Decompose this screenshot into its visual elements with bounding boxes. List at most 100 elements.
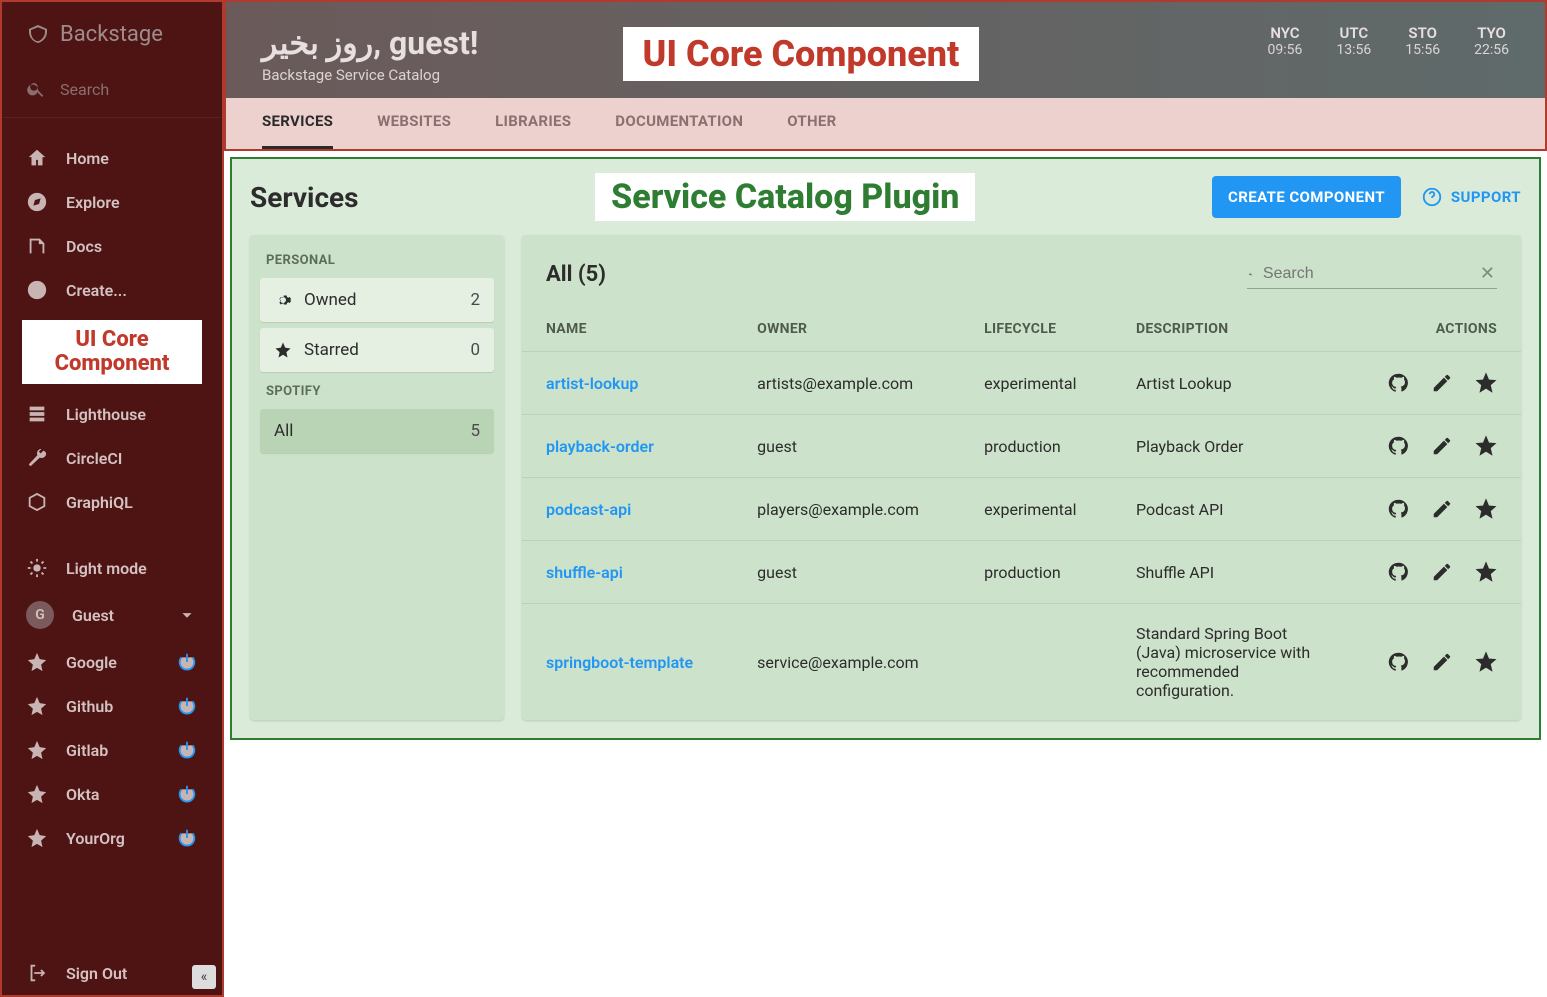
github-icon[interactable] xyxy=(1387,561,1409,583)
cell-name: springboot-template xyxy=(522,604,733,721)
explore-icon xyxy=(26,191,48,213)
edit-icon[interactable] xyxy=(1431,651,1453,673)
filter-owned[interactable]: Owned 2 xyxy=(260,278,494,322)
create-icon xyxy=(26,279,48,301)
table-search[interactable]: ✕ xyxy=(1247,259,1497,289)
edit-icon[interactable] xyxy=(1431,561,1453,583)
cell-description: Shuffle API xyxy=(1112,541,1350,604)
search-icon xyxy=(26,79,46,99)
clear-icon[interactable]: ✕ xyxy=(1480,263,1495,284)
sidebar-item-docs[interactable]: Docs xyxy=(2,224,222,268)
header-zone: روز بخیر, guest! Backstage Service Catal… xyxy=(224,0,1547,151)
clock: TYO22:56 xyxy=(1474,24,1509,58)
graph-icon xyxy=(26,491,48,513)
sun-icon xyxy=(26,557,48,579)
annotation-sidebar: UI Core Component xyxy=(22,320,202,384)
cell-description: Playback Order xyxy=(1112,415,1350,478)
table-search-input[interactable] xyxy=(1263,265,1470,283)
clock: STO15:56 xyxy=(1405,24,1440,58)
tab-services[interactable]: SERVICES xyxy=(262,112,333,149)
support-button[interactable]: SUPPORT xyxy=(1421,186,1521,208)
cell-lifecycle: experimental xyxy=(960,478,1112,541)
cell-description: Standard Spring Boot (Java) microservice… xyxy=(1112,604,1350,721)
service-link[interactable]: shuffle-api xyxy=(546,563,623,582)
filter-count: 2 xyxy=(470,290,480,310)
filter-group-personal: PERSONAL xyxy=(260,247,494,278)
cell-name: shuffle-api xyxy=(522,541,733,604)
sidebar-item-lightmode[interactable]: Light mode xyxy=(2,546,222,590)
create-component-button[interactable]: CREATE COMPONENT xyxy=(1212,176,1401,218)
star-icon xyxy=(26,783,48,805)
filter-label: Starred xyxy=(304,340,359,360)
table-title: All (5) xyxy=(546,262,606,287)
service-link[interactable]: podcast-api xyxy=(546,500,631,519)
sidebar-provider-yourorg[interactable]: YourOrg xyxy=(2,816,222,860)
cell-name: podcast-api xyxy=(522,478,733,541)
sidebar-item-lighthouse[interactable]: Lighthouse xyxy=(2,392,222,436)
sidebar-item-label: Lighthouse xyxy=(66,405,146,424)
service-link[interactable]: artist-lookup xyxy=(546,374,638,393)
github-icon[interactable] xyxy=(1387,498,1409,520)
edit-icon[interactable] xyxy=(1431,372,1453,394)
power-icon[interactable] xyxy=(176,783,198,805)
chevron-down-icon xyxy=(176,604,198,626)
annotation-header: UI Core Component xyxy=(623,27,980,81)
star-outline-icon[interactable] xyxy=(1475,561,1497,583)
sidebar-item-label: Create... xyxy=(66,281,127,300)
search-label: Search xyxy=(60,80,109,99)
sidebar-provider-okta[interactable]: Okta xyxy=(2,772,222,816)
help-icon xyxy=(1421,186,1443,208)
table-row: playback-orderguestproductionPlayback Or… xyxy=(522,415,1521,478)
sidebar-item-label: Sign Out xyxy=(66,964,127,983)
sidebar-search[interactable]: Search xyxy=(2,67,222,118)
power-icon[interactable] xyxy=(176,695,198,717)
sidebar-provider-gitlab[interactable]: Gitlab xyxy=(2,728,222,772)
sidebar-item-home[interactable]: Home xyxy=(2,136,222,180)
cell-description: Artist Lookup xyxy=(1112,352,1350,415)
star-outline-icon[interactable] xyxy=(1475,498,1497,520)
tab-websites[interactable]: WEBSITES xyxy=(377,112,451,149)
tab-documentation[interactable]: DOCUMENTATION xyxy=(615,112,743,149)
sidebar-item-explore[interactable]: Explore xyxy=(2,180,222,224)
table-row: artist-lookupartists@example.comexperime… xyxy=(522,352,1521,415)
sidebar-item-graphiql[interactable]: GraphiQL xyxy=(2,480,222,524)
github-icon[interactable] xyxy=(1387,651,1409,673)
star-outline-icon[interactable] xyxy=(1475,651,1497,673)
docs-icon xyxy=(26,235,48,257)
col-lifecycle: LIFECYCLE xyxy=(960,307,1112,352)
sidebar-item-label: Docs xyxy=(66,237,102,256)
star-icon xyxy=(26,827,48,849)
sidebar-item-circleci[interactable]: CircleCI xyxy=(2,436,222,480)
filter-all[interactable]: All 5 xyxy=(260,409,494,453)
filter-starred[interactable]: Starred 0 xyxy=(260,328,494,372)
sidebar-item-guest[interactable]: G Guest xyxy=(2,590,222,640)
edit-icon[interactable] xyxy=(1431,435,1453,457)
logo[interactable]: Backstage xyxy=(2,2,222,67)
home-icon xyxy=(26,147,48,169)
star-outline-icon[interactable] xyxy=(1475,372,1497,394)
power-icon[interactable] xyxy=(176,739,198,761)
power-icon[interactable] xyxy=(176,651,198,673)
sidebar-item-create[interactable]: Create... xyxy=(2,268,222,312)
edit-icon[interactable] xyxy=(1431,498,1453,520)
tab-other[interactable]: OTHER xyxy=(787,112,836,149)
service-link[interactable]: springboot-template xyxy=(546,653,693,672)
sidebar-item-label: Guest xyxy=(72,606,114,625)
cell-actions xyxy=(1350,541,1521,604)
star-outline-icon[interactable] xyxy=(1475,435,1497,457)
star-icon xyxy=(274,341,292,359)
github-icon[interactable] xyxy=(1387,372,1409,394)
collapse-button[interactable]: « xyxy=(192,965,216,989)
power-icon[interactable] xyxy=(176,827,198,849)
github-icon[interactable] xyxy=(1387,435,1409,457)
sidebar-item-label: CircleCI xyxy=(66,449,122,468)
tab-libraries[interactable]: LIBRARIES xyxy=(495,112,571,149)
greeting-title: روز بخیر, guest! xyxy=(262,24,478,62)
sidebar-provider-google[interactable]: Google xyxy=(2,640,222,684)
sidebar-item-signout[interactable]: Sign Out xyxy=(2,951,222,995)
service-link[interactable]: playback-order xyxy=(546,437,654,456)
sidebar-item-label: Google xyxy=(66,653,117,672)
sidebar-item-label: GraphiQL xyxy=(66,493,133,512)
sidebar-provider-github[interactable]: Github xyxy=(2,684,222,728)
cell-lifecycle: production xyxy=(960,541,1112,604)
